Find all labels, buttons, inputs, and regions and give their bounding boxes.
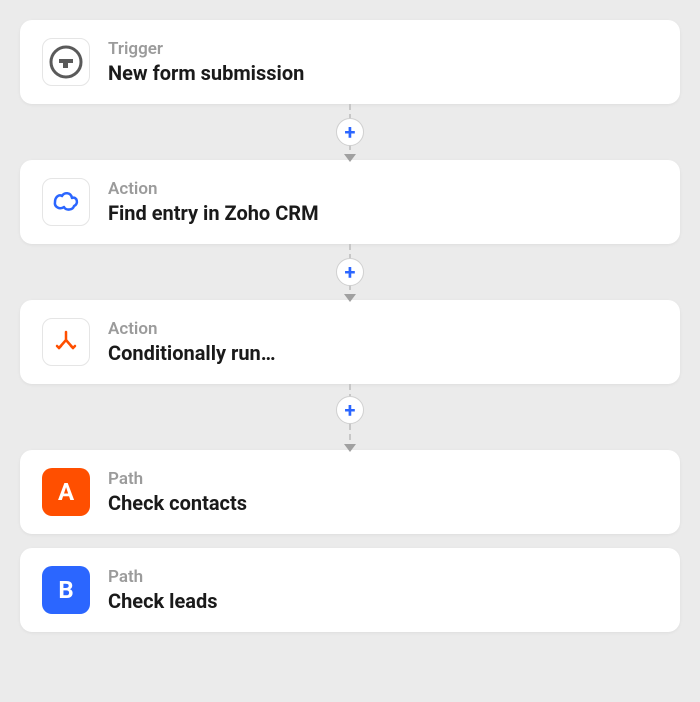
step-card-trigger[interactable]: Trigger New form submission — [20, 20, 680, 104]
branch-icon — [42, 318, 90, 366]
step-text: Action Conditionally run… — [108, 319, 276, 365]
path-card-b[interactable]: B Path Check leads — [20, 548, 680, 632]
arrow-down-icon — [344, 444, 356, 452]
step-text: Action Find entry in Zoho CRM — [108, 179, 319, 225]
path-title: Check leads — [108, 589, 218, 613]
path-letter-b: B — [42, 566, 90, 614]
gravity-forms-icon — [42, 38, 90, 86]
add-step-button[interactable]: + — [336, 118, 364, 146]
step-type-label: Trigger — [108, 39, 304, 59]
step-title: New form submission — [108, 61, 304, 85]
connector: + — [20, 384, 680, 450]
step-type-label: Action — [108, 319, 276, 339]
step-card-action[interactable]: Action Find entry in Zoho CRM — [20, 160, 680, 244]
add-step-button[interactable]: + — [336, 258, 364, 286]
path-text: Path Check contacts — [108, 469, 247, 515]
zoho-crm-icon — [42, 178, 90, 226]
path-type-label: Path — [108, 469, 247, 489]
step-title: Conditionally run… — [108, 341, 276, 365]
arrow-down-icon — [344, 294, 356, 302]
path-text: Path Check leads — [108, 567, 218, 613]
step-text: Trigger New form submission — [108, 39, 304, 85]
connector: + — [20, 244, 680, 300]
path-card-a[interactable]: A Path Check contacts — [20, 450, 680, 534]
arrow-down-icon — [344, 154, 356, 162]
path-title: Check contacts — [108, 491, 247, 515]
path-type-label: Path — [108, 567, 218, 587]
step-title: Find entry in Zoho CRM — [108, 201, 319, 225]
connector: + — [20, 104, 680, 160]
step-type-label: Action — [108, 179, 319, 199]
path-letter-a: A — [42, 468, 90, 516]
add-step-button[interactable]: + — [336, 396, 364, 424]
step-card-action[interactable]: Action Conditionally run… — [20, 300, 680, 384]
